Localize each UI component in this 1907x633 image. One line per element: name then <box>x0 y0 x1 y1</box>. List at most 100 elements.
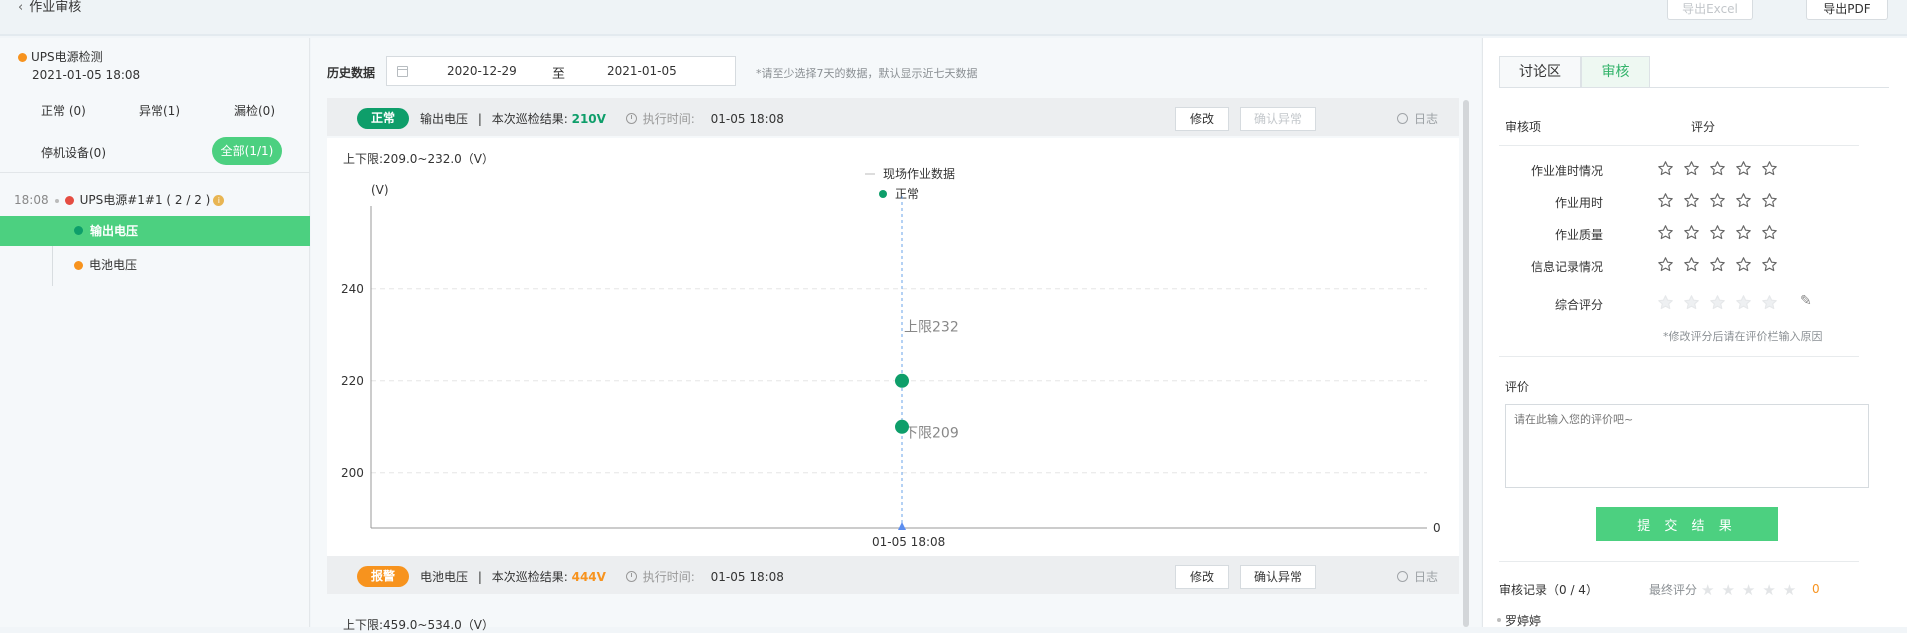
voltage-chart: 200 220 240 (V) 0 01-05 18:08 现场作业数据正常 上限232 下… <box>341 166 1441 549</box>
back-label: 作业审核 <box>29 0 82 15</box>
chart-panel: 上下限:209.0~232.0（V） 200 220 240 (V) 0 01-05 18… <box>327 138 1459 556</box>
criterion-label: 作业用时 <box>1554 196 1603 210</box>
info-icon[interactable]: i <box>213 195 225 206</box>
eval-label: 评价 <box>1505 380 1530 394</box>
legend-point-label: 正常 <box>895 187 919 201</box>
overall-score-label: 综合评分 <box>1554 298 1603 312</box>
y-tick-label: 200 <box>341 466 364 480</box>
result-value: 444V <box>571 570 606 584</box>
filter-all[interactable]: 全部(1/1) <box>212 137 282 165</box>
review-record-label: 审核记录（0 / 4） <box>1499 583 1598 597</box>
star-icon <box>1761 294 1778 311</box>
filter-stopped[interactable]: 停机设备(0) <box>41 144 106 161</box>
date-range-picker[interactable]: 2020-12-29 至 2021-01-05 <box>386 56 736 86</box>
final-score: 0 <box>1812 582 1820 596</box>
device-node[interactable]: 18:08 UPS电源#1#1 ( 2 / 2 ) i <box>14 191 225 208</box>
tree-item-output-voltage[interactable]: 输出电压 <box>0 216 310 246</box>
star-icon <box>1735 294 1752 311</box>
tree-item-battery-voltage[interactable]: 电池电压 <box>74 256 137 273</box>
star-icon[interactable] <box>1683 192 1700 209</box>
exec-time: 01-05 18:08 <box>710 112 784 126</box>
x-tick-label: 01-05 18:08 <box>872 535 945 549</box>
tab-discussion[interactable]: 讨论区 <box>1499 56 1581 88</box>
export-excel-button[interactable]: 导出Excel <box>1667 0 1753 20</box>
date-separator: 至 <box>552 67 566 82</box>
star-icon[interactable] <box>1683 160 1700 177</box>
star-icon[interactable] <box>1657 192 1674 209</box>
submit-button[interactable]: 提 交 结 果 <box>1596 507 1778 541</box>
clock-icon <box>625 113 637 124</box>
star-icon[interactable] <box>1657 224 1674 241</box>
top-bar: ‹ 作业审核 导出Excel 导出PDF <box>0 0 1907 36</box>
star-icon[interactable] <box>1735 224 1752 241</box>
star-icon <box>1657 294 1674 311</box>
criterion-label: 信息记录情况 <box>1530 260 1603 274</box>
clock-icon <box>625 571 637 582</box>
star-icon[interactable] <box>1761 224 1778 241</box>
log-icon <box>1397 113 1408 124</box>
review-panel: 讨论区 审核 审核项 评分 作业准时情况 作业用时 作业质量 信息记录情况 综合评分 … <box>1482 38 1907 628</box>
star-icon[interactable] <box>1683 256 1700 273</box>
limits-label: 上下限:459.0~534.0（V） <box>343 618 495 632</box>
y-axis-label: (V) <box>371 183 389 197</box>
event-marker-icon <box>898 522 906 530</box>
modify-button[interactable]: 修改 <box>1175 107 1229 131</box>
log-button[interactable]: 日志 <box>1397 110 1438 127</box>
divider <box>1499 145 1859 146</box>
threshold-label: 下限209 <box>904 425 959 441</box>
divider <box>1499 561 1859 562</box>
star-icon <box>1709 294 1726 311</box>
overall-stars <box>1657 294 1787 314</box>
criterion-stars <box>1657 192 1787 212</box>
filter-missed[interactable]: 漏检(0) <box>234 102 275 119</box>
star-icon[interactable] <box>1709 256 1726 273</box>
project-time: 2021-01-05 18:08 <box>32 68 141 82</box>
star-icon[interactable] <box>1735 256 1752 273</box>
star-icon[interactable] <box>1709 160 1726 177</box>
star-icon[interactable] <box>1761 160 1778 177</box>
star-icon[interactable] <box>1683 224 1700 241</box>
left-panel: UPS电源检测 2021-01-05 18:08 正常 (0) 异常(1) 漏检… <box>0 38 310 627</box>
star-icon[interactable] <box>1657 160 1674 177</box>
export-pdf-button[interactable]: 导出PDF <box>1806 0 1888 20</box>
legend-line-label: 现场作业数据 <box>883 166 955 181</box>
item-summary: 输出电压 | 本次巡检结果: 210V 执行时间: 01-05 18:08 <box>420 112 784 126</box>
back-button[interactable]: ‹ 作业审核 <box>18 0 81 16</box>
star-icon[interactable] <box>1657 256 1674 273</box>
status-badge: 报警 <box>357 566 409 587</box>
status-dot-icon <box>74 226 83 235</box>
eval-textarea[interactable] <box>1505 404 1869 488</box>
star-icon[interactable] <box>1761 256 1778 273</box>
y-tick-label: 240 <box>341 282 364 296</box>
divider <box>1499 356 1859 357</box>
log-button[interactable]: 日志 <box>1397 568 1438 585</box>
date-from[interactable]: 2020-12-29 <box>447 64 517 78</box>
tree-line <box>52 246 53 286</box>
modify-button[interactable]: 修改 <box>1175 565 1229 589</box>
criterion-stars <box>1657 160 1787 180</box>
y-tick-label: 220 <box>341 374 364 388</box>
data-point <box>895 419 909 434</box>
divider <box>0 172 310 173</box>
confirm-abnormal-button[interactable]: 确认异常 <box>1240 565 1316 589</box>
log-icon <box>1397 571 1408 582</box>
date-to[interactable]: 2021-01-05 <box>607 64 677 78</box>
star-icon[interactable] <box>1709 224 1726 241</box>
star-icon[interactable] <box>1709 192 1726 209</box>
confirm-abnormal-button[interactable]: 确认异常 <box>1240 107 1316 131</box>
scrollbar[interactable] <box>1463 100 1469 627</box>
filter-normal[interactable]: 正常 (0) <box>41 102 86 119</box>
star-icon[interactable] <box>1735 160 1752 177</box>
filter-abnormal[interactable]: 异常(1) <box>139 102 180 119</box>
x-axis-end-label: 0 <box>1433 521 1441 535</box>
tree-item-label: 输出电压 <box>90 224 139 238</box>
date-hint: *请至少选择7天的数据，默认显示近七天数据 <box>756 67 978 80</box>
star-icon[interactable] <box>1735 192 1752 209</box>
edit-icon[interactable]: ✎ <box>1800 293 1812 309</box>
star-icon[interactable] <box>1761 192 1778 209</box>
criterion-label: 作业质量 <box>1554 228 1603 242</box>
score-note: *修改评分后请在评价栏输入原因 <box>1663 330 1823 343</box>
column-score: 评分 <box>1691 120 1716 134</box>
result-value: 210V <box>571 112 606 126</box>
tab-review[interactable]: 审核 <box>1581 56 1650 88</box>
